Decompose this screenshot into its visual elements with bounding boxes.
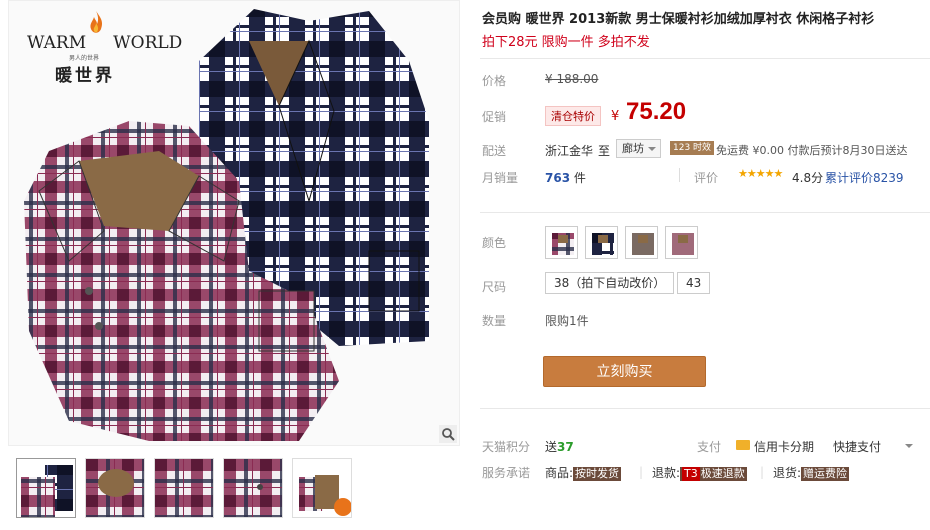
color-swatch-red[interactable] bbox=[665, 226, 698, 259]
ship-from: 浙江金华 bbox=[545, 144, 594, 158]
thumbnail-3[interactable] bbox=[154, 458, 214, 518]
divider bbox=[480, 58, 930, 59]
divider bbox=[480, 212, 930, 213]
shipping-fee: 免运费 ¥0.00 付款后预计8月30日送达 bbox=[716, 144, 908, 157]
color-swatch-grey[interactable] bbox=[585, 226, 618, 259]
promo-label: 促销 bbox=[482, 110, 507, 124]
service-ship-on-time: 商品: 按时发货 bbox=[545, 466, 622, 481]
clearance-badge: 清仓特价 bbox=[545, 106, 601, 126]
rating-stars-icon: ★★★★★ bbox=[738, 167, 783, 180]
color-swatch-purple[interactable] bbox=[545, 226, 578, 259]
service-return-insurance: 退货: 赠运费险 bbox=[773, 466, 850, 481]
points-value: 送37 bbox=[545, 440, 574, 454]
quick-pay-option[interactable]: 快捷支付 bbox=[833, 438, 881, 455]
monthly-sales: 763 件 bbox=[545, 171, 586, 185]
size-label: 尺码 bbox=[482, 280, 507, 294]
thumbnail-5[interactable] bbox=[292, 458, 352, 518]
buy-now-button[interactable]: 立刻购买 bbox=[543, 356, 706, 387]
original-price: ¥ 188.00 bbox=[545, 72, 599, 86]
service-label: 服务承诺 bbox=[482, 466, 531, 480]
divider: | bbox=[760, 465, 765, 479]
flame-icon bbox=[90, 11, 103, 33]
product-subtitle: 拍下28元 限购一件 多拍不发 bbox=[482, 35, 650, 50]
divider: | bbox=[639, 465, 644, 479]
city-select[interactable]: 廊坊 bbox=[616, 139, 661, 158]
zoom-button[interactable] bbox=[439, 425, 457, 443]
chevron-down-icon bbox=[648, 147, 656, 151]
review-label: 评价 bbox=[694, 171, 719, 185]
main-product-image[interactable]: WARM WORLD 男人的世界 暖世界 bbox=[8, 0, 460, 446]
promo-row: 促销 清仓特价 ¥ 75.20 bbox=[480, 92, 930, 134]
payment-label: 支付 bbox=[697, 440, 722, 454]
delivery-label: 配送 bbox=[482, 144, 507, 158]
price-label: 价格 bbox=[482, 74, 507, 88]
thumbnail-2[interactable] bbox=[85, 458, 145, 518]
magnifier-icon bbox=[442, 428, 455, 441]
points-label: 天猫积分 bbox=[482, 440, 531, 454]
city-select-value: 廊坊 bbox=[622, 142, 644, 155]
rating-score: 4.8分 bbox=[792, 171, 824, 185]
product-info-panel: 会员购 暖世界 2013新款 男士保暖衬衫加绒加厚衬衣 休闲格子衬衫 拍下28元… bbox=[480, 0, 930, 530]
currency-symbol: ¥ bbox=[611, 109, 620, 124]
promo-price: 75.20 bbox=[626, 98, 687, 125]
size-option-38[interactable]: 38（拍下自动改价） bbox=[545, 272, 675, 294]
color-label: 颜色 bbox=[482, 236, 507, 250]
monthly-sales-label: 月销量 bbox=[482, 171, 519, 185]
divider bbox=[679, 168, 680, 182]
service-fast-refund: 退款: T3 极速退款 bbox=[652, 466, 747, 481]
product-gallery: WARM WORLD 男人的世界 暖世界 bbox=[8, 0, 460, 530]
ship-to-text: 至 bbox=[598, 144, 611, 158]
thumbnail-strip bbox=[16, 458, 366, 520]
credit-card-icon bbox=[736, 440, 750, 450]
product-title: 会员购 暖世界 2013新款 男士保暖衬衫加绒加厚衬衣 休闲格子衬衫 bbox=[482, 12, 875, 27]
review-count-link[interactable]: 累计评价8239 bbox=[825, 169, 904, 186]
logo-cn-text: 暖世界 bbox=[55, 66, 115, 86]
divider bbox=[480, 408, 930, 409]
thumbnail-4[interactable] bbox=[223, 458, 283, 518]
installment-option[interactable]: 信用卡分期 bbox=[754, 438, 814, 455]
size-option-43[interactable]: 43 bbox=[677, 272, 711, 294]
quantity-label: 数量 bbox=[482, 314, 507, 328]
brand-logo: WARM WORLD 男人的世界 暖世界 bbox=[27, 11, 182, 86]
quantity-limit: 限购1件 bbox=[545, 314, 589, 328]
color-swatch-brown[interactable] bbox=[625, 226, 658, 259]
logo-en-text: WARM WORLD bbox=[27, 33, 183, 53]
chevron-down-icon[interactable] bbox=[905, 444, 913, 448]
thumbnail-1[interactable] bbox=[16, 458, 76, 518]
delivery-time-badge: 123 时效 bbox=[670, 141, 715, 155]
